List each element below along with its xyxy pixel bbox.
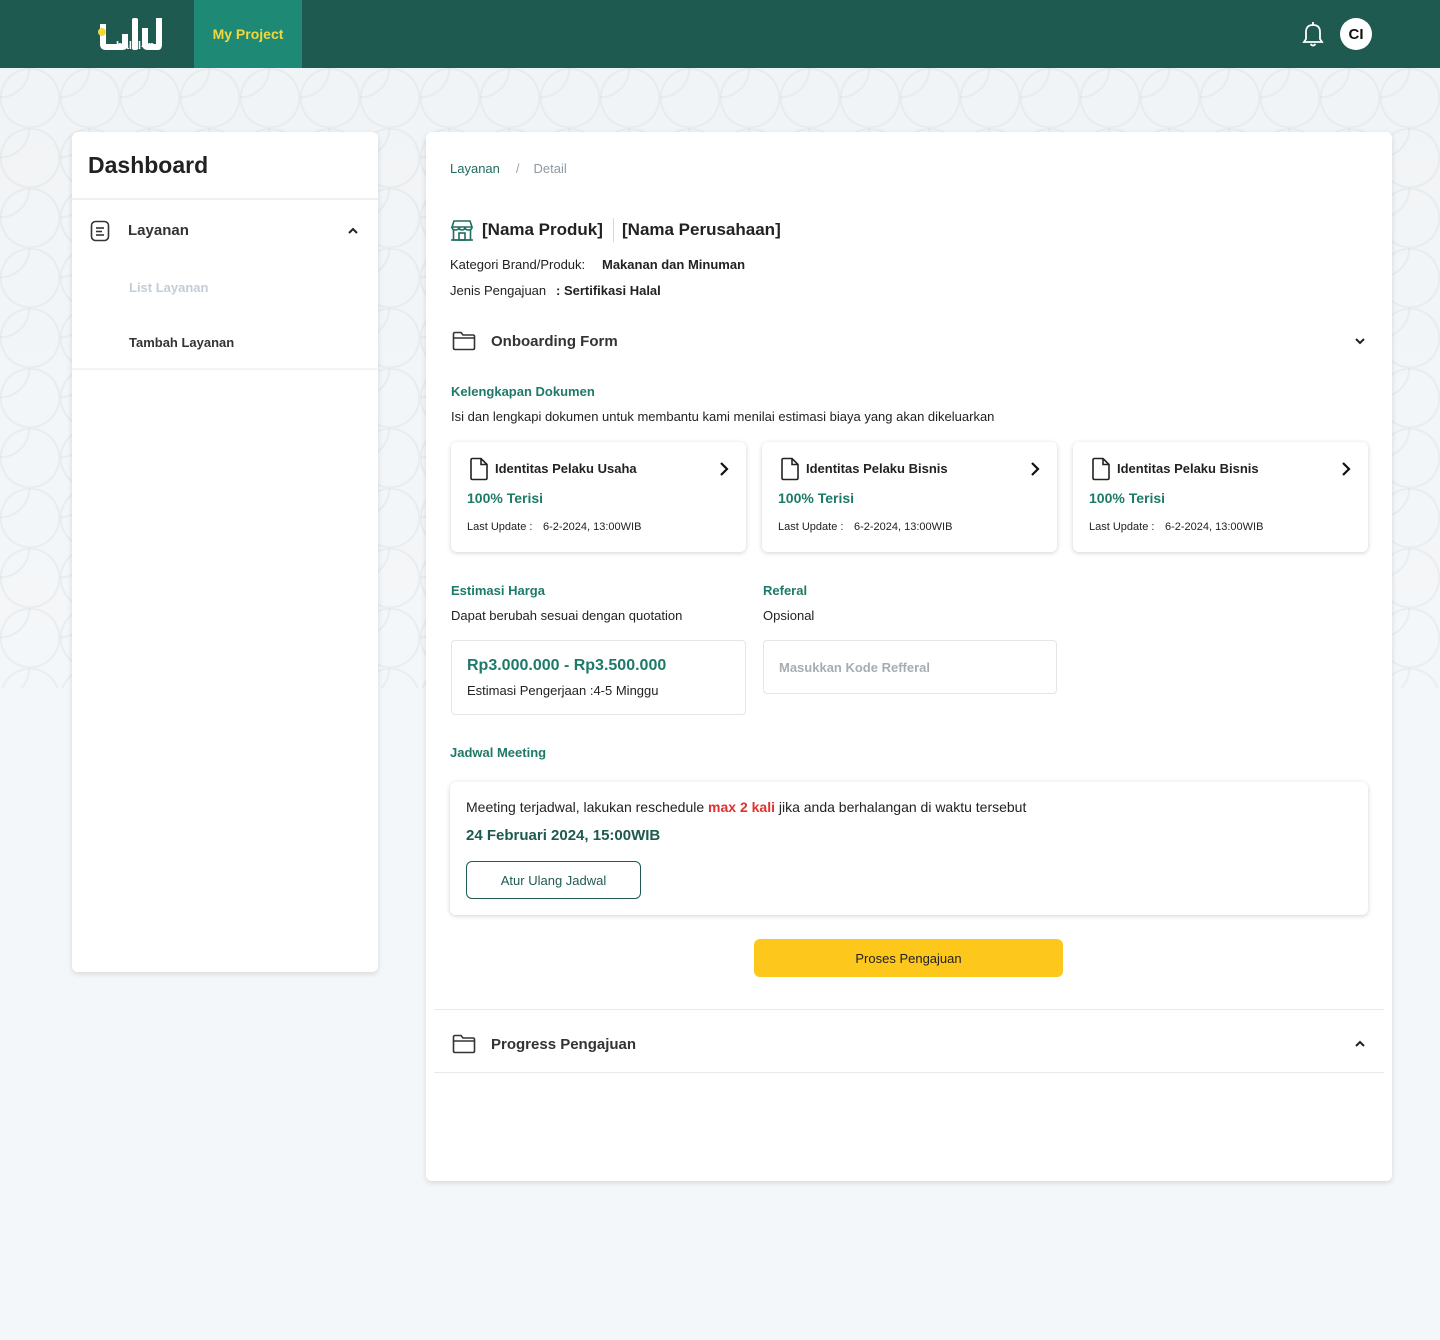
document-card-update-value: 6-2-2024, 13:00WIB	[1165, 521, 1264, 533]
section-divider	[434, 1072, 1384, 1073]
company-name: [Nama Perusahaan]	[622, 220, 781, 239]
document-card-update-label: Last Update :	[778, 521, 844, 533]
breadcrumb-current: Detail	[533, 161, 567, 176]
document-card-update-value: 6-2-2024, 13:00WIB	[543, 521, 642, 533]
sidebar: Dashboard Layanan List Layanan Tambah La…	[72, 132, 378, 972]
referral-title: Referal	[763, 583, 808, 598]
document-section-title: Kelengkapan Dokumen	[451, 384, 595, 399]
main-panel: Layanan / Detail [Nama Produk] [Nama Per…	[426, 132, 1392, 1181]
progress-title: Progress Pengajuan	[491, 1036, 637, 1053]
product-name: [Nama Produk]	[482, 220, 603, 239]
onboarding-form-title: Onboarding Form	[491, 333, 618, 350]
file-icon	[1091, 457, 1111, 481]
folder-icon	[452, 331, 476, 351]
meeting-notice-text: Meeting terjadwal, lakukan reschedule	[466, 799, 709, 815]
meeting-notice: Meeting terjadwal, lakukan reschedule ma…	[466, 799, 1026, 815]
document-card-update-label: Last Update :	[1089, 521, 1155, 533]
meeting-notice-text-end: jika anda berhalangan di waktu tersebut	[774, 799, 1027, 815]
sidebar-item-label: Layanan	[128, 222, 189, 239]
chevron-up-icon[interactable]	[346, 224, 360, 238]
document-card[interactable]: Identitas Pelaku Usaha 100% Terisi Last …	[451, 442, 746, 552]
proses-pengajuan-button[interactable]: Proses Pengajuan	[754, 939, 1063, 977]
tab-my-project[interactable]: My Project	[194, 0, 302, 68]
chevron-down-icon[interactable]	[1353, 334, 1367, 348]
file-icon	[780, 457, 800, 481]
breadcrumb-separator: /	[515, 161, 520, 176]
category-label: Kategori Brand/Produk:	[450, 257, 586, 272]
reschedule-limit: max 2 kali	[708, 799, 775, 815]
store-icon	[450, 219, 474, 241]
document-card-title: Identitas Pelaku Bisnis	[806, 461, 948, 476]
user-avatar[interactable]: CI	[1340, 18, 1372, 50]
document-card-update-label: Last Update :	[467, 521, 533, 533]
document-card-title: Identitas Pelaku Bisnis	[1117, 461, 1259, 476]
sidebar-title: Dashboard	[88, 152, 209, 178]
meeting-card: Meeting terjadwal, lakukan reschedule ma…	[450, 782, 1368, 915]
chevron-right-icon[interactable]	[717, 462, 731, 476]
meeting-date: 24 Februari 2024, 15:00WIB	[466, 827, 661, 844]
submission-type-value: : Sertifikasi Halal	[556, 283, 661, 298]
price-estimate-desc: Dapat berubah sesuai dengan quotation	[451, 608, 683, 623]
reschedule-button[interactable]: Atur Ulang Jadwal	[466, 861, 641, 899]
sidebar-section-divider	[72, 368, 378, 370]
document-card[interactable]: Identitas Pelaku Bisnis 100% Terisi Last…	[762, 442, 1057, 552]
sidebar-subitem-tambah-layanan[interactable]: Tambah Layanan	[129, 335, 234, 350]
price-estimate-box: Rp3.000.000 - Rp3.500.000 Estimasi Penge…	[451, 640, 746, 715]
section-divider	[434, 1009, 1384, 1010]
document-card-status: 100% Terisi	[1089, 490, 1166, 506]
document-card[interactable]: Identitas Pelaku Bisnis 100% Terisi Last…	[1073, 442, 1368, 552]
chevron-right-icon[interactable]	[1028, 462, 1042, 476]
sidebar-item-layanan[interactable]: Layanan	[72, 210, 378, 252]
halal-in-logo[interactable]: halal-in	[96, 14, 166, 54]
onboarding-form-accordion[interactable]: Onboarding Form	[434, 312, 1384, 374]
file-icon	[469, 457, 489, 481]
chevron-up-icon[interactable]	[1353, 1037, 1367, 1051]
document-card-title: Identitas Pelaku Usaha	[495, 461, 637, 476]
referral-desc: Opsional	[763, 608, 815, 623]
breadcrumb: Layanan / Detail	[450, 161, 567, 176]
sidebar-divider	[72, 198, 378, 200]
folder-icon	[452, 1034, 476, 1054]
price-estimate-title: Estimasi Harga	[451, 583, 545, 598]
sidebar-subitem-list-layanan[interactable]: List Layanan	[129, 280, 208, 295]
duration-estimate: Estimasi Pengerjaan :4-5 Minggu	[467, 683, 659, 698]
top-navbar: halal-in My Project CI	[0, 0, 1440, 68]
document-card-status: 100% Terisi	[467, 490, 544, 506]
progress-accordion[interactable]: Progress Pengajuan	[434, 1015, 1384, 1077]
category-value: Makanan dan Minuman	[602, 257, 746, 272]
meeting-schedule-title: Jadwal Meeting	[450, 745, 547, 760]
document-card-update-value: 6-2-2024, 13:00WIB	[854, 521, 953, 533]
logo-text: halal-in	[116, 40, 155, 52]
submission-type-label: Jenis Pengajuan	[450, 283, 547, 298]
breadcrumb-layanan[interactable]: Layanan	[450, 161, 500, 176]
document-card-status: 100% Terisi	[778, 490, 855, 506]
referral-code-input[interactable]	[763, 640, 1057, 694]
chevron-right-icon[interactable]	[1339, 462, 1353, 476]
notification-bell-icon[interactable]	[1301, 21, 1325, 47]
document-list-icon	[90, 220, 110, 242]
title-separator	[613, 218, 614, 242]
price-range: Rp3.000.000 - Rp3.500.000	[467, 657, 667, 674]
document-section-desc: Isi dan lengkapi dokumen untuk membantu …	[451, 409, 995, 424]
